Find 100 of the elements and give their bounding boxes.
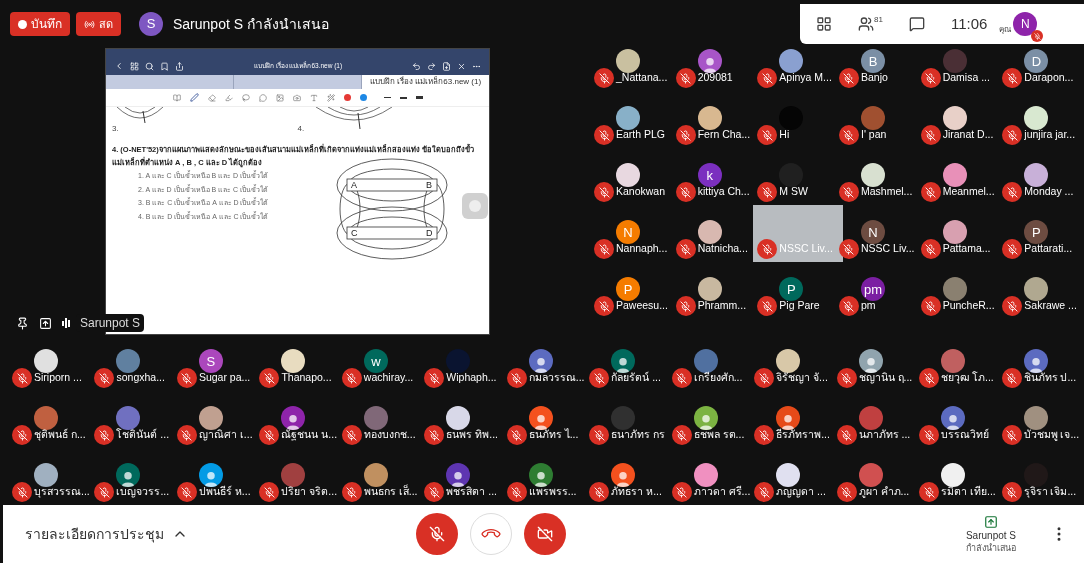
mic-off-icon	[920, 296, 941, 316]
mic-off-icon	[757, 239, 778, 259]
participant-name: Banjo	[861, 70, 888, 86]
mic-off-icon	[836, 368, 857, 388]
participant-name: Mashmel...	[861, 184, 913, 200]
mic-off-icon	[176, 368, 197, 388]
participant-name: Earth PLG	[616, 127, 666, 143]
mic-off-icon	[594, 182, 614, 202]
bookmark-icon[interactable]	[160, 61, 169, 71]
participant-name: _Nattana...	[616, 70, 668, 86]
book-icon[interactable]	[172, 93, 181, 102]
mic-off-icon	[594, 125, 614, 145]
wand-icon[interactable]	[326, 93, 335, 102]
participant-name: M SW	[779, 184, 808, 200]
participant-name: ภาวดา ศรี...	[693, 484, 751, 500]
mic-off-icon	[1002, 68, 1023, 88]
pin-icon[interactable]	[16, 316, 29, 330]
grid-icon[interactable]	[130, 61, 139, 71]
mic-off-icon	[920, 182, 941, 202]
add-page-icon[interactable]	[442, 61, 451, 71]
record-button[interactable]: บันทึก	[10, 12, 70, 36]
presenting-icon	[39, 316, 52, 330]
redo-icon[interactable]	[427, 61, 436, 71]
participant-name: ชินภัทร ป...	[1023, 370, 1077, 386]
participant-name: Jiranat D...	[942, 127, 994, 143]
mic-off-icon	[757, 296, 778, 316]
figure-number: 3.	[112, 123, 119, 135]
color-swatch[interactable]	[359, 94, 367, 101]
mic-off-icon	[1002, 239, 1023, 259]
mic-off-icon	[341, 368, 362, 388]
mic-off-icon	[757, 68, 778, 88]
participant-name: ธนภัทร ไ...	[528, 427, 579, 443]
lasso-icon[interactable]	[241, 93, 250, 102]
field-lines-drawing	[114, 107, 165, 125]
broadcast-icon	[84, 18, 95, 30]
participant-name: ญาณิศา เ...	[198, 427, 253, 443]
document-tab[interactable]: แบบฝึก เรื่อง แม่เหล็ก63.new (1)	[362, 75, 489, 89]
mic-off-icon	[675, 296, 696, 316]
eraser-icon[interactable]	[207, 93, 216, 102]
pen-icon[interactable]	[189, 93, 199, 102]
avatar: P	[1024, 220, 1049, 244]
text-tool-icon[interactable]	[309, 93, 318, 102]
participant-name: ชญานิน ฤ...	[858, 370, 913, 386]
image-icon[interactable]	[275, 93, 284, 102]
avatar: N	[861, 220, 885, 244]
participant-name: บรรณวิทย์	[941, 427, 990, 443]
participant-name: Damisa ...	[942, 70, 990, 86]
hang-up-button[interactable]	[470, 513, 512, 555]
participant-name: Pig Pare	[779, 298, 820, 314]
participant-name: ธีรภัทราพ...	[776, 427, 830, 443]
mic-off-icon	[594, 296, 614, 316]
participant-name: กัลยรัตน์ ...	[611, 370, 661, 386]
mic-off-icon	[424, 482, 445, 502]
mic-off-icon	[12, 425, 32, 445]
mic-off-icon	[754, 425, 775, 445]
color-swatch[interactable]	[343, 94, 351, 101]
participant-name: ปริยา จริต...	[281, 484, 338, 500]
participant-name: NSSC Liv...	[861, 241, 915, 257]
participant-name: Wiphaph...	[446, 370, 497, 386]
mic-off-icon	[675, 68, 696, 88]
participants-icon[interactable]	[858, 16, 874, 32]
participant-name: ภัทธรา ห...	[611, 484, 662, 500]
mic-off-icon	[259, 425, 280, 445]
avatar: B	[861, 49, 885, 73]
participant-name: บัวชมพู เจ...	[1023, 427, 1080, 443]
mic-off-icon	[589, 425, 610, 445]
camera-off-button[interactable]	[524, 513, 566, 555]
presenter-status: กำลังนำเสนอ	[965, 541, 1016, 554]
mic-off-icon	[920, 239, 941, 259]
search-icon[interactable]	[145, 61, 154, 71]
participant-name: เบญจวรร...	[116, 484, 170, 500]
mic-off-icon	[594, 239, 614, 259]
meeting-details-button[interactable]: รายละเอียดการประชุม	[25, 523, 188, 545]
thin-line-icon[interactable]	[383, 97, 391, 98]
share-icon[interactable]	[175, 61, 184, 71]
participant-name: Apinya M...	[779, 70, 832, 86]
mic-off-icon	[675, 125, 696, 145]
avatar: N	[616, 220, 640, 244]
self-avatar[interactable]: N	[1013, 12, 1038, 36]
participant-name: ธชพล รต...	[693, 427, 745, 443]
chat-icon[interactable]	[908, 16, 925, 32]
close-icon[interactable]	[457, 61, 466, 71]
mic-off-icon	[839, 296, 859, 316]
back-icon[interactable]	[114, 61, 124, 71]
presenting-icon[interactable]	[983, 514, 998, 529]
grid-layout-icon[interactable]	[816, 16, 832, 32]
participant-name: Pattarati...	[1024, 241, 1073, 257]
participant-name: รมิตา เทีย...	[941, 484, 996, 500]
participant-name: Phramm...	[697, 298, 747, 314]
live-button[interactable]: สด	[76, 12, 121, 36]
participant-name: ชยวุฒ โภ...	[941, 370, 994, 386]
presenter-name: Sarunpot S	[965, 528, 1016, 542]
participant-name: Nannaph...	[616, 241, 668, 257]
mic-off-icon	[94, 368, 115, 388]
participant-name: Siriporn ...	[34, 370, 82, 386]
participant-name: ภญญดา ...	[776, 484, 826, 500]
mic-off-button[interactable]	[416, 513, 458, 555]
undo-icon[interactable]	[412, 61, 421, 71]
mic-off-icon	[754, 368, 775, 388]
audio-level-icon	[62, 318, 70, 328]
